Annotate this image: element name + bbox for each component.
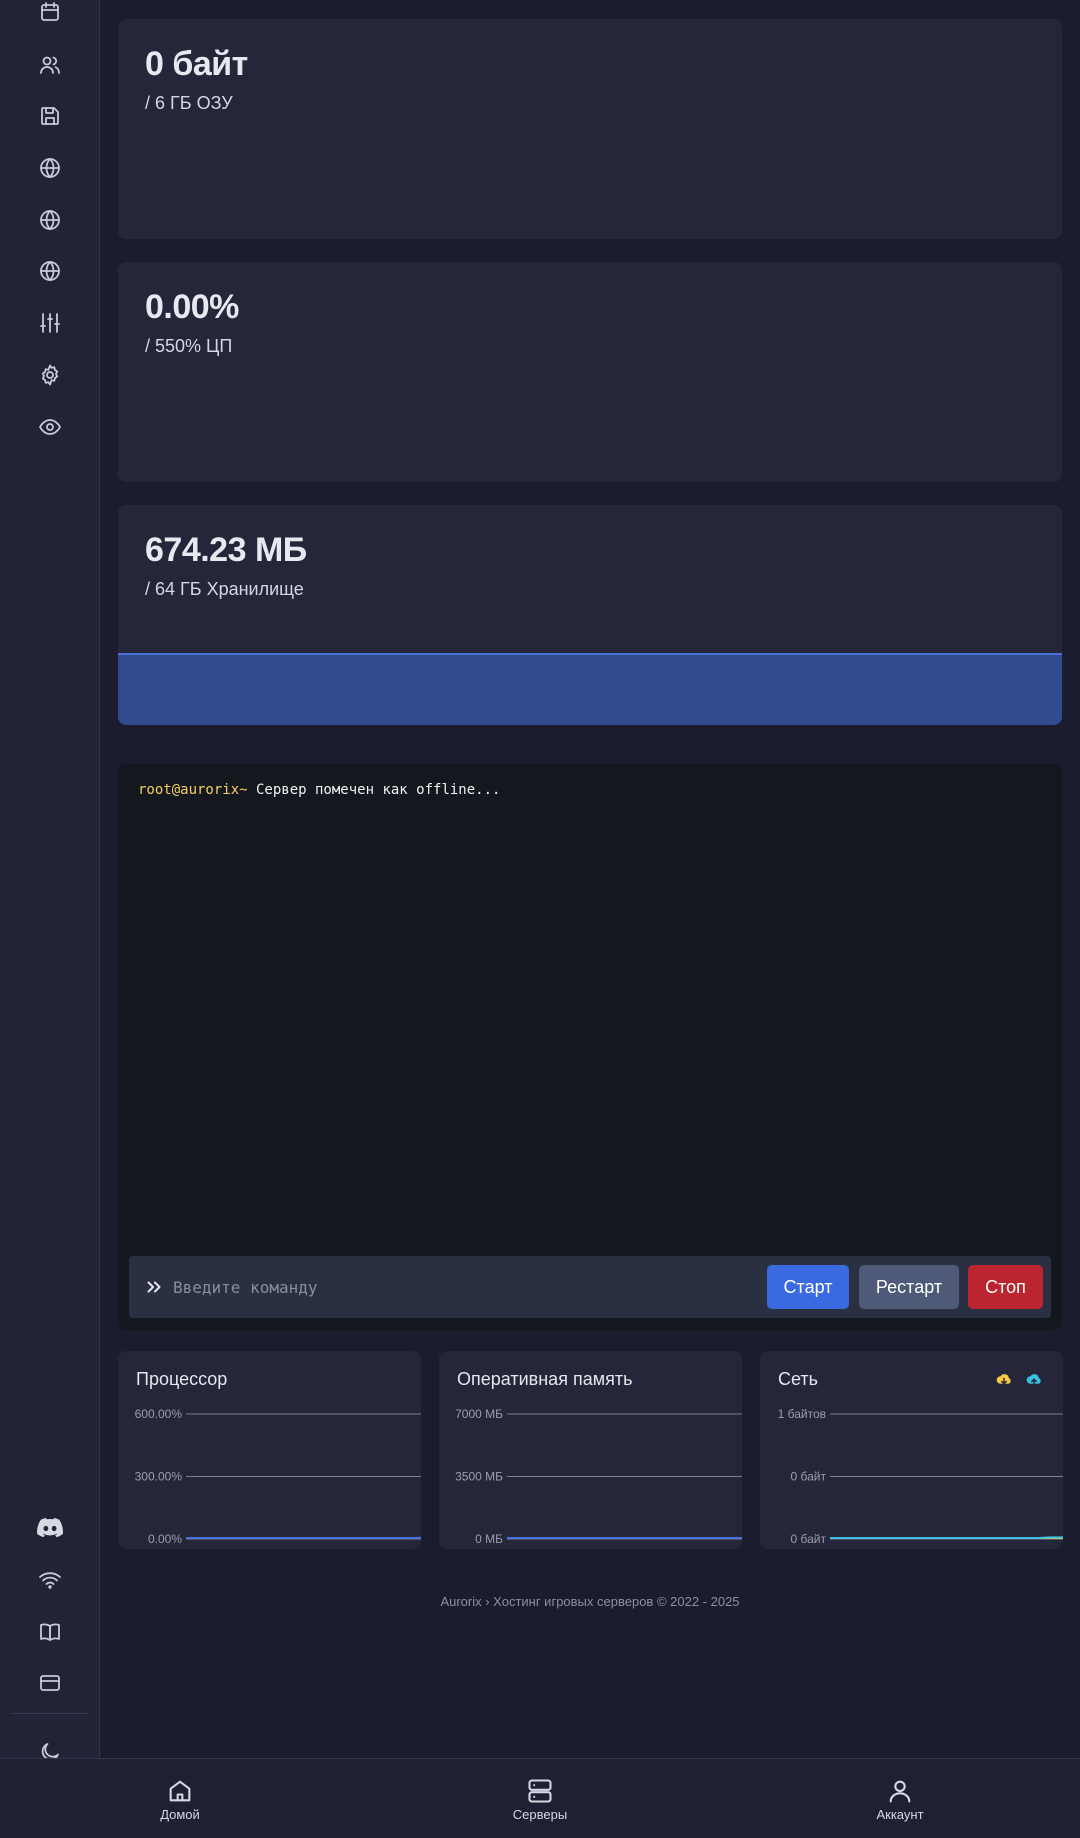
globe-icon[interactable] xyxy=(34,152,66,184)
moon-icon[interactable] xyxy=(34,1736,66,1758)
nav-servers-label: Серверы xyxy=(512,1806,568,1822)
stop-button[interactable]: Стоп xyxy=(968,1265,1043,1309)
nav-home-label: Домой xyxy=(160,1806,200,1822)
ram-usage-value: 0 байт xyxy=(145,45,248,83)
network-series-line xyxy=(830,1536,1063,1539)
cpu-y-tick: 0.00% xyxy=(148,1532,182,1546)
gear-icon[interactable] xyxy=(34,359,66,391)
globe-icon[interactable] xyxy=(34,255,66,287)
ram-y-tick: 7000 МБ xyxy=(455,1407,503,1421)
book-icon[interactable] xyxy=(34,1616,66,1648)
network-y-tick: 0 байт xyxy=(791,1532,827,1546)
discord-icon[interactable] xyxy=(34,1512,66,1544)
sliders-icon[interactable] xyxy=(34,307,66,339)
network-graph-card: Сеть 1 байтов 0 байт 0 байт xyxy=(760,1351,1063,1549)
server-console[interactable]: root@aurorix~ Сервер помечен как offline… xyxy=(118,764,1062,1330)
command-input[interactable] xyxy=(173,1270,753,1304)
calendar-icon[interactable] xyxy=(34,0,66,28)
bottom-nav: Домой Серверы Аккаунт xyxy=(0,1758,1080,1838)
nav-account[interactable]: Аккаунт xyxy=(840,1759,960,1838)
network-y-tick: 0 байт xyxy=(791,1470,827,1484)
sidebar xyxy=(0,0,100,1758)
nav-servers[interactable]: Серверы xyxy=(480,1759,600,1838)
eye-icon[interactable] xyxy=(34,411,66,443)
ram-graph-card: Оперативная память 7000 МБ 3500 МБ 0 МБ xyxy=(439,1351,742,1549)
footer-copyright: Aurorix › Хостинг игровых серверов © 202… xyxy=(440,1594,740,1609)
command-bar: Старт Рестарт Стоп xyxy=(129,1256,1051,1318)
cpu-usage-value: 0.00% xyxy=(145,288,239,326)
ram-y-tick: 0 МБ xyxy=(475,1532,503,1546)
cpu-y-tick: 600.00% xyxy=(135,1407,183,1421)
nav-home[interactable]: Домой xyxy=(120,1759,240,1838)
ram-limit-label: / 6 ГБ ОЗУ xyxy=(145,93,233,113)
disk-usage-value: 674.23 МБ xyxy=(145,531,307,569)
console-prompt: root@aurorix~ xyxy=(138,782,248,798)
server-icon xyxy=(528,1778,552,1803)
credit-card-icon[interactable] xyxy=(34,1667,66,1699)
ram-card: 0 байт / 6 ГБ ОЗУ xyxy=(118,19,1062,239)
home-icon xyxy=(169,1780,191,1801)
users-icon[interactable] xyxy=(34,49,66,81)
cpu-graph: 600.00% 300.00% 0.00% xyxy=(135,1407,421,1546)
disk-limit-label: / 64 ГБ Хранилище xyxy=(145,579,304,599)
save-icon[interactable] xyxy=(34,100,66,132)
disk-card: 674.23 МБ / 64 ГБ Хранилище xyxy=(118,505,1062,725)
cpu-limit-label: / 550% ЦП xyxy=(145,336,233,356)
user-icon xyxy=(889,1780,911,1803)
chevrons-right-icon xyxy=(143,1276,165,1298)
cpu-y-tick: 300.00% xyxy=(135,1470,183,1484)
disk-usage-fill xyxy=(118,653,1062,725)
network-y-tick: 1 байтов xyxy=(778,1407,826,1421)
start-button[interactable]: Старт xyxy=(767,1265,849,1309)
wifi-icon[interactable] xyxy=(34,1564,66,1596)
ram-graph: 7000 МБ 3500 МБ 0 МБ xyxy=(455,1407,742,1546)
network-graph: 1 байтов 0 байт 0 байт xyxy=(778,1407,1063,1546)
nav-account-label: Аккаунт xyxy=(876,1806,924,1822)
globe-icon[interactable] xyxy=(34,204,66,236)
ram-y-tick: 3500 МБ xyxy=(455,1470,503,1484)
cpu-graph-card: Процессор 600.00% 300.00% 0.00% xyxy=(118,1351,421,1549)
console-line: root@aurorix~ Сервер помечен как offline… xyxy=(138,782,500,798)
restart-button[interactable]: Рестарт xyxy=(859,1265,959,1309)
console-message: Сервер помечен как offline... xyxy=(247,782,501,798)
cpu-card: 0.00% / 550% ЦП xyxy=(118,262,1062,482)
sidebar-divider xyxy=(11,1713,89,1714)
